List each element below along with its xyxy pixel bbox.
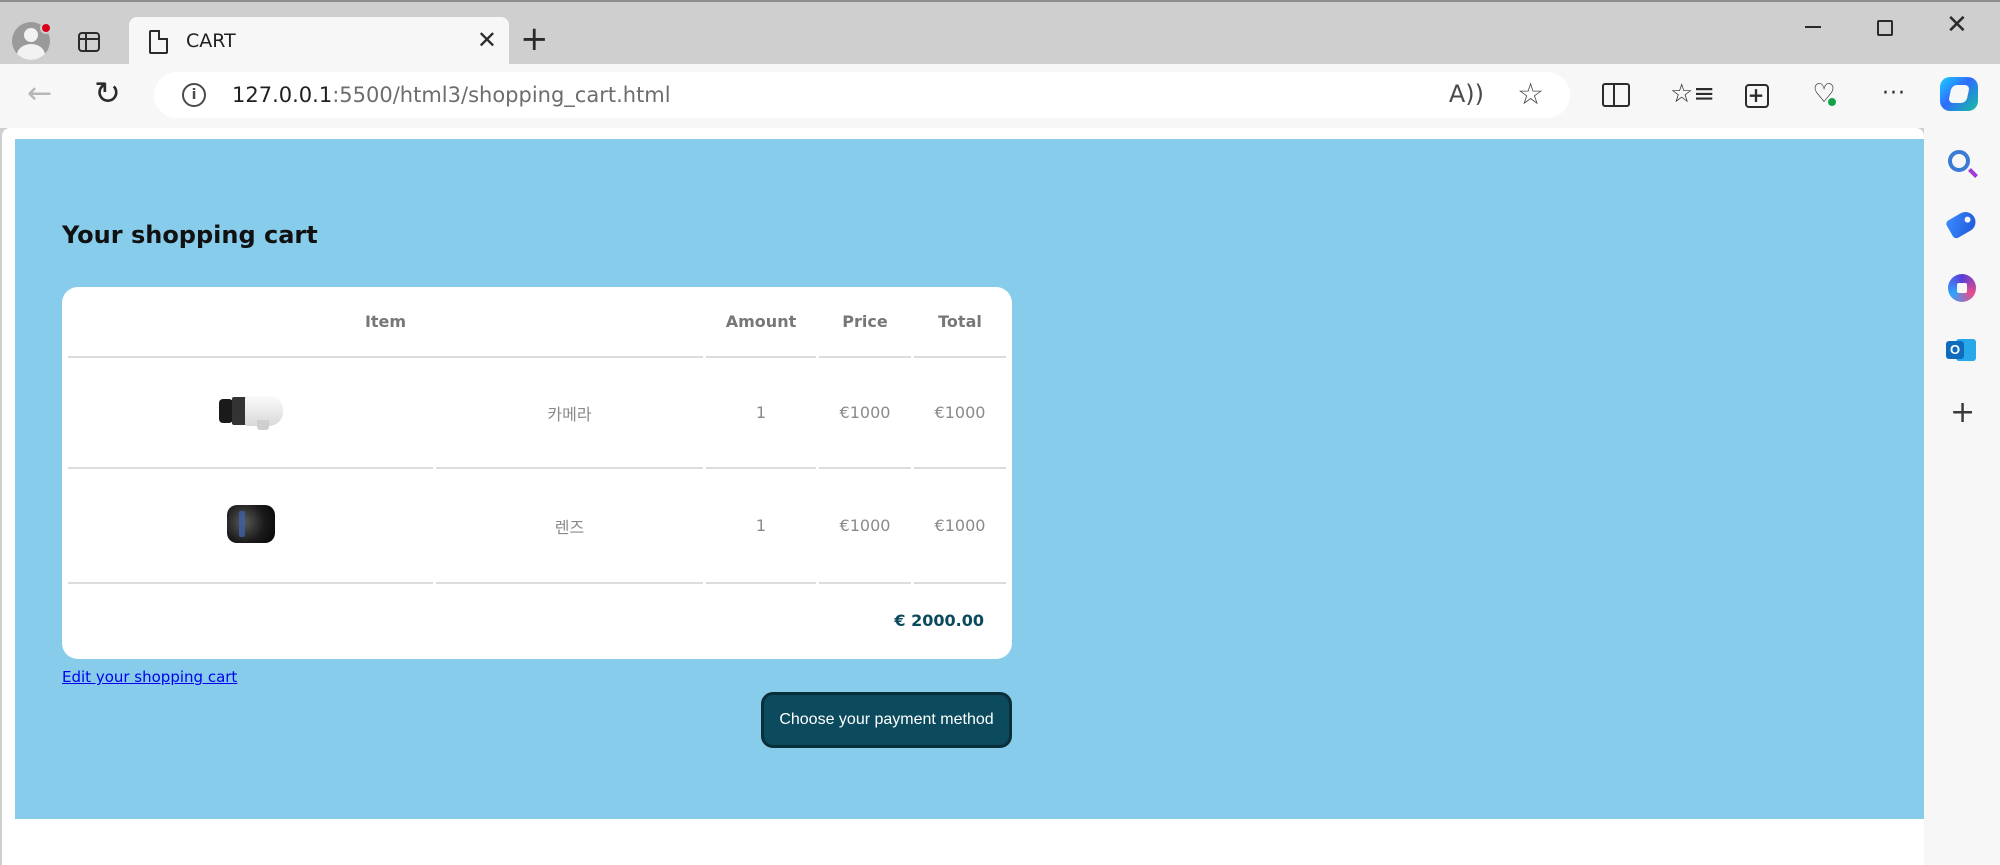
telephoto-lens-image xyxy=(218,394,283,430)
sidebar-shopping-tag-icon[interactable] xyxy=(1944,208,1980,240)
browser-viewport: Your shopping cart Item Amount Price Tot… xyxy=(2,128,1924,865)
header-price: Price xyxy=(819,287,911,358)
page-icon xyxy=(149,30,168,54)
minimize-icon[interactable] xyxy=(1805,26,1821,28)
table-row: 카메라 1 €1000 €1000 xyxy=(68,358,1006,469)
item-total: €1000 xyxy=(914,469,1006,584)
sidebar-m365-icon[interactable] xyxy=(1948,274,1976,302)
item-image-cell xyxy=(68,358,433,469)
favorites-icon[interactable]: ☆≡ xyxy=(1670,78,1715,110)
item-image-cell xyxy=(68,469,433,584)
item-total: €1000 xyxy=(914,358,1006,469)
site-info-icon[interactable]: i xyxy=(182,83,206,107)
edit-cart-link[interactable]: Edit your shopping cart xyxy=(62,668,237,686)
item-price: €1000 xyxy=(819,358,911,469)
header-total: Total xyxy=(914,287,1006,358)
grand-total: € 2000.00 xyxy=(894,610,984,630)
collections-icon[interactable]: + xyxy=(1740,78,1772,110)
url-text[interactable]: 127.0.0.1:5500/html3/shopping_cart.html xyxy=(232,83,671,107)
browser-title-bar: CART ✕ + ✕ xyxy=(0,0,2000,67)
favorite-star-icon[interactable]: ☆ xyxy=(1517,77,1544,112)
new-tab-icon[interactable]: + xyxy=(520,22,549,56)
tab-actions-icon[interactable] xyxy=(74,26,104,56)
window-close-icon[interactable]: ✕ xyxy=(1946,10,1968,40)
item-price: €1000 xyxy=(819,469,911,584)
url-path: :5500/html3/shopping_cart.html xyxy=(332,83,671,107)
edge-sidebar: O + xyxy=(1924,128,2000,865)
tab-close-icon[interactable]: ✕ xyxy=(477,26,497,54)
item-amount: 1 xyxy=(706,358,816,469)
grand-total-row: € 2000.00 xyxy=(68,584,1006,656)
sidebar-search-icon[interactable] xyxy=(1948,150,1970,172)
url-host: 127.0.0.1 xyxy=(232,83,333,107)
item-name: 렌즈 xyxy=(436,469,703,584)
address-bar[interactable]: i 127.0.0.1:5500/html3/shopping_cart.htm… xyxy=(154,72,1570,118)
cart-page: Your shopping cart Item Amount Price Tot… xyxy=(15,139,1924,819)
more-menu-icon[interactable]: ··· xyxy=(1878,78,1910,110)
header-item: Item xyxy=(68,287,703,358)
back-arrow-icon[interactable]: ← xyxy=(27,76,52,111)
prime-lens-image xyxy=(226,504,275,543)
maximize-icon[interactable] xyxy=(1877,20,1893,36)
header-amount: Amount xyxy=(706,287,816,358)
browser-toolbar: ← ↻ i 127.0.0.1:5500/html3/shopping_cart… xyxy=(0,64,2000,128)
item-name: 카메라 xyxy=(436,358,703,469)
choose-payment-button[interactable]: Choose your payment method xyxy=(761,692,1012,748)
reload-icon[interactable]: ↻ xyxy=(94,74,121,112)
page-title: Your shopping cart xyxy=(62,221,318,249)
profile-notification-badge xyxy=(40,22,52,34)
copilot-icon[interactable] xyxy=(1940,77,1978,111)
tab-title: CART xyxy=(186,30,236,52)
item-amount: 1 xyxy=(706,469,816,584)
cart-table-card: Item Amount Price Total 카메라 1 €1000 €100… xyxy=(62,287,1012,659)
sidebar-add-icon[interactable]: + xyxy=(1950,398,1975,428)
table-row: 렌즈 1 €1000 €1000 xyxy=(68,469,1006,584)
sidebar-outlook-icon[interactable]: O xyxy=(1946,336,1976,364)
browser-tab-cart[interactable]: CART ✕ xyxy=(129,17,509,67)
read-aloud-icon[interactable]: A)) xyxy=(1449,80,1484,108)
cart-table: Item Amount Price Total 카메라 1 €1000 €100… xyxy=(65,287,1009,656)
essentials-status-dot xyxy=(1826,96,1838,108)
split-screen-icon[interactable] xyxy=(1598,78,1630,110)
